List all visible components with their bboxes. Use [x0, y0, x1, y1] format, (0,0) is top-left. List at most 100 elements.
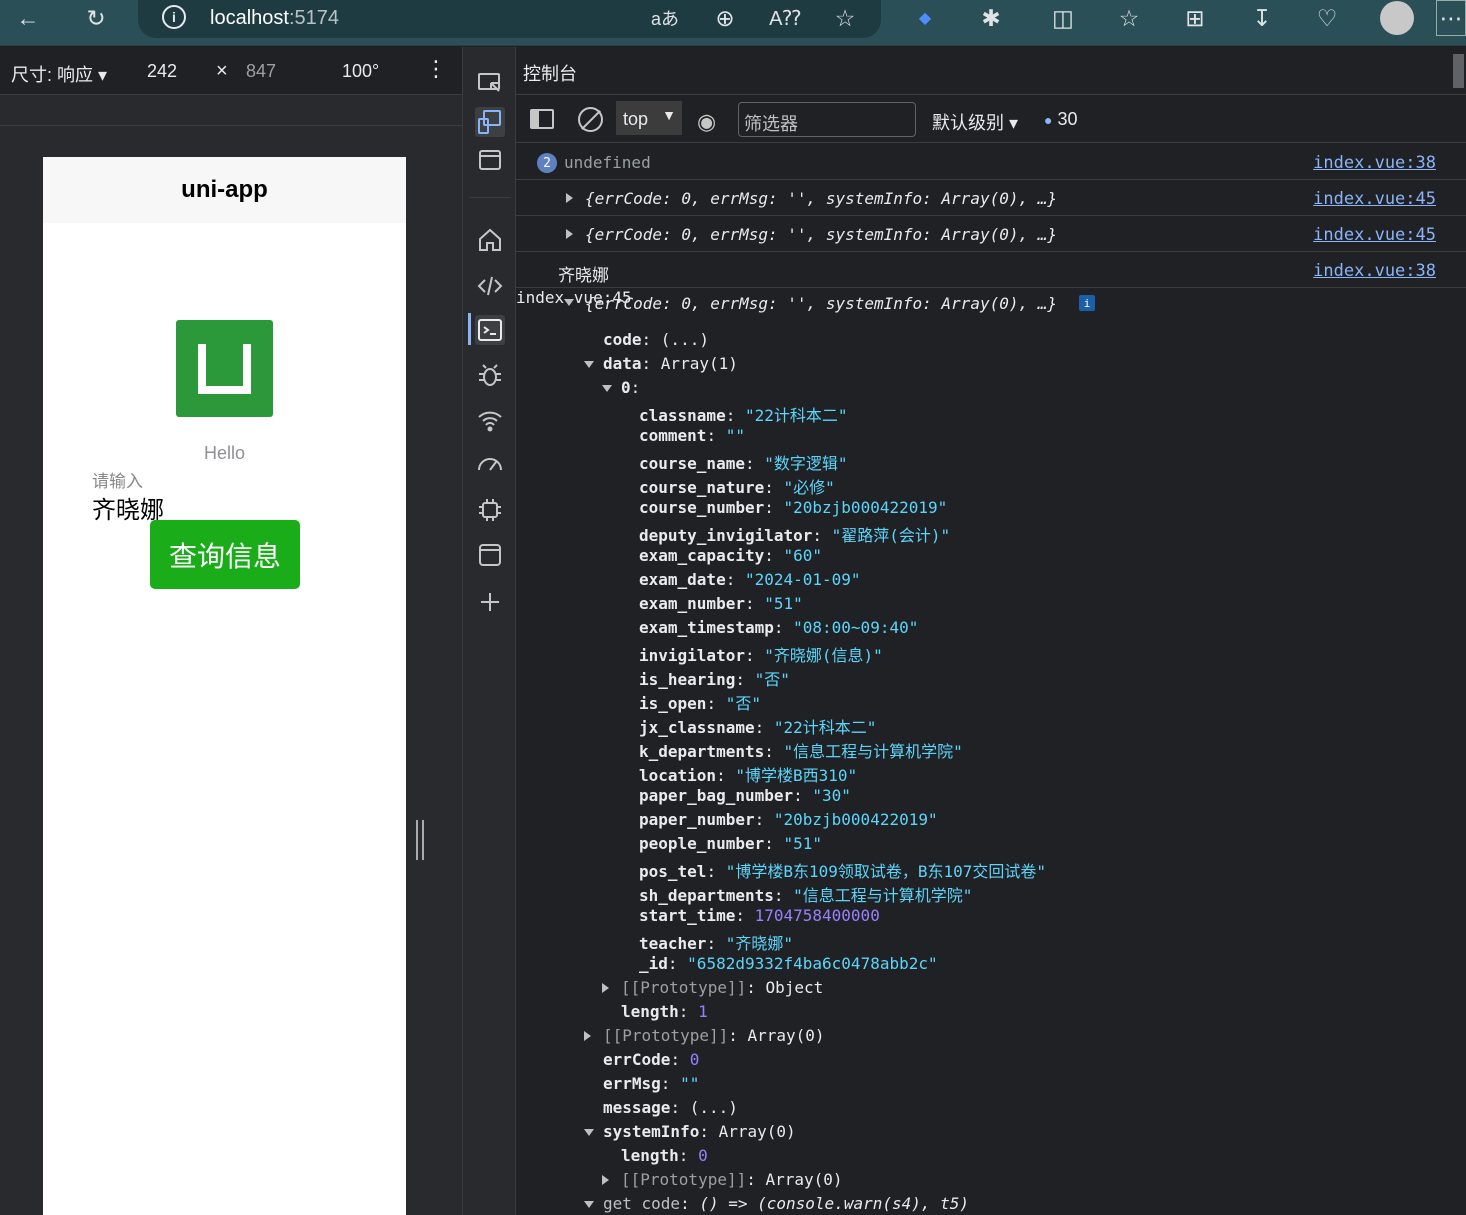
resize-handle[interactable]: [416, 820, 424, 860]
log-entry: 齐晓娜 index.vue:38: [516, 252, 1466, 288]
device-width-input[interactable]: 242: [147, 61, 177, 82]
tree-key: get code: [603, 1194, 681, 1213]
downloads-icon[interactable]: ↧: [1247, 0, 1277, 36]
home-icon[interactable]: [475, 225, 505, 255]
tree-value: Object: [765, 978, 824, 997]
device-height-input[interactable]: 847: [246, 61, 276, 82]
console-icon[interactable]: [475, 315, 505, 345]
tree-property[interactable]: [[Prototype]]: Array(0): [584, 1026, 825, 1045]
query-info-button[interactable]: 查询信息: [150, 520, 300, 589]
tree-property: length: 0: [621, 1146, 708, 1165]
immersive-reader-icon[interactable]: A⁇: [769, 0, 801, 36]
expand-triangle-icon[interactable]: [566, 193, 573, 203]
collapse-triangle-icon[interactable]: [584, 1201, 594, 1208]
read-aloud-icon[interactable]: aあ: [650, 0, 680, 36]
tree-property[interactable]: 0:: [602, 378, 640, 397]
tree-key: length: [621, 1002, 679, 1021]
favorite-star-icon[interactable]: ☆: [830, 0, 860, 36]
tree-property: _id: "6582d9332f4ba6c0478abb2c": [639, 954, 938, 973]
extensions-puzzle-icon[interactable]: ✱: [976, 0, 1006, 36]
tree-value: (...): [689, 1098, 738, 1117]
message-count[interactable]: ● 30: [1044, 109, 1078, 130]
devtools-activity-bar: [462, 47, 516, 1215]
back-icon[interactable]: ←: [12, 0, 44, 36]
expand-triangle-icon[interactable]: [566, 229, 573, 239]
collapse-triangle-icon[interactable]: [602, 385, 612, 392]
device-more-icon[interactable]: ⋮: [425, 56, 447, 82]
live-expression-eye-icon[interactable]: ◉: [697, 109, 716, 135]
tree-key: exam_number: [639, 594, 745, 613]
tree-property: message: (...): [603, 1098, 738, 1117]
expand-triangle-icon[interactable]: [602, 1175, 609, 1185]
collapse-triangle-icon[interactable]: [584, 361, 594, 368]
tree-key: exam_timestamp: [639, 618, 774, 637]
dimension-times-icon: ×: [216, 60, 228, 82]
collapse-triangle-icon[interactable]: [564, 299, 574, 306]
expand-triangle-icon[interactable]: [584, 1031, 591, 1041]
debug-bug-icon[interactable]: [475, 360, 505, 390]
clear-console-icon[interactable]: [578, 107, 603, 132]
profile-avatar[interactable]: [1379, 0, 1415, 36]
refresh-icon[interactable]: ↻: [80, 0, 112, 36]
info-icon[interactable]: i: [162, 5, 186, 29]
filter-input[interactable]: 筛选器: [738, 102, 916, 137]
info-badge-icon[interactable]: i: [1079, 295, 1095, 311]
source-link[interactable]: index.vue:38: [1313, 261, 1436, 281]
tree-value: () => (console.warn(s4), t5): [699, 1194, 970, 1213]
console-log: 2 undefined index.vue:38 {errCode: 0, er…: [516, 144, 1466, 316]
tree-key: people_number: [639, 834, 765, 853]
tree-property[interactable]: systemInfo: Array(0): [584, 1122, 796, 1141]
context-select[interactable]: top ▼: [616, 101, 682, 135]
browser-window-icon[interactable]: [475, 146, 505, 176]
tree-value: "信息工程与计算机学院": [783, 742, 963, 761]
app-nav-bar: uni-app: [43, 157, 406, 223]
tree-property: exam_capacity: "60": [639, 546, 823, 565]
repeat-count-badge: 2: [537, 153, 557, 173]
tree-value: "否": [754, 670, 790, 689]
device-toolbar-icon[interactable]: [475, 107, 505, 137]
tree-property: start_time: 1704758400000: [639, 906, 880, 925]
address-bar[interactable]: i localhost:5174 aあ ⊕ A⁇ ☆: [138, 0, 881, 38]
tree-property[interactable]: get code: () => (console.warn(s4), t5): [584, 1194, 970, 1213]
split-screen-icon[interactable]: ◫: [1048, 0, 1078, 36]
tree-property: length: 1: [621, 1002, 708, 1021]
zoom-icon[interactable]: ⊕: [710, 0, 740, 36]
memory-chip-icon[interactable]: [475, 495, 505, 525]
tree-property[interactable]: data: Array(1): [584, 354, 738, 373]
source-link[interactable]: index.vue:45: [1313, 189, 1436, 209]
tree-value: 1704758400000: [754, 906, 880, 925]
zoom-select[interactable]: 100°: [342, 61, 379, 82]
log-entry-expanded[interactable]: {errCode: 0, errMsg: '', systemInfo: Arr…: [516, 288, 1466, 316]
application-window-icon[interactable]: [475, 540, 505, 570]
elements-code-icon[interactable]: [475, 271, 505, 301]
collapse-triangle-icon[interactable]: [584, 1129, 594, 1136]
more-menu-icon[interactable]: ⋯: [1436, 0, 1466, 36]
performance-heart-icon[interactable]: ♡: [1312, 0, 1342, 36]
sidebar-divider: [469, 197, 511, 198]
favorites-icon[interactable]: ☆: [1114, 0, 1144, 36]
sidebar-toggle-icon[interactable]: [530, 109, 554, 129]
tree-property[interactable]: [[Prototype]]: Object: [602, 978, 824, 997]
add-tool-icon[interactable]: [475, 587, 505, 617]
extension-icon[interactable]: ◆: [910, 0, 940, 36]
performance-gauge-icon[interactable]: [475, 450, 505, 480]
source-link[interactable]: index.vue:38: [1313, 153, 1436, 173]
scrollbar-thumb[interactable]: [1453, 54, 1464, 88]
tree-key: systemInfo: [603, 1122, 700, 1141]
tree-value: "必修": [783, 478, 835, 497]
log-level-select[interactable]: 默认级别 ▾: [932, 109, 1018, 135]
log-entry[interactable]: {errCode: 0, errMsg: '', systemInfo: Arr…: [516, 180, 1466, 216]
inspect-element-icon[interactable]: [475, 69, 505, 99]
log-entry[interactable]: {errCode: 0, errMsg: '', systemInfo: Arr…: [516, 216, 1466, 252]
tree-property[interactable]: [[Prototype]]: Array(0): [602, 1170, 843, 1189]
collections-icon[interactable]: ⊞: [1180, 0, 1210, 36]
network-wifi-icon[interactable]: [475, 405, 505, 435]
expand-triangle-icon[interactable]: [602, 983, 609, 993]
tree-key: classname: [639, 406, 726, 425]
app-nav-title: uni-app: [181, 176, 268, 203]
device-size-select[interactable]: 尺寸: 响应 ▾: [11, 61, 107, 87]
tree-value: "": [725, 426, 745, 445]
tree-property: location: "博学楼B西310": [639, 766, 858, 785]
source-link[interactable]: index.vue:45: [1313, 225, 1436, 245]
tree-key: exam_date: [639, 570, 726, 589]
